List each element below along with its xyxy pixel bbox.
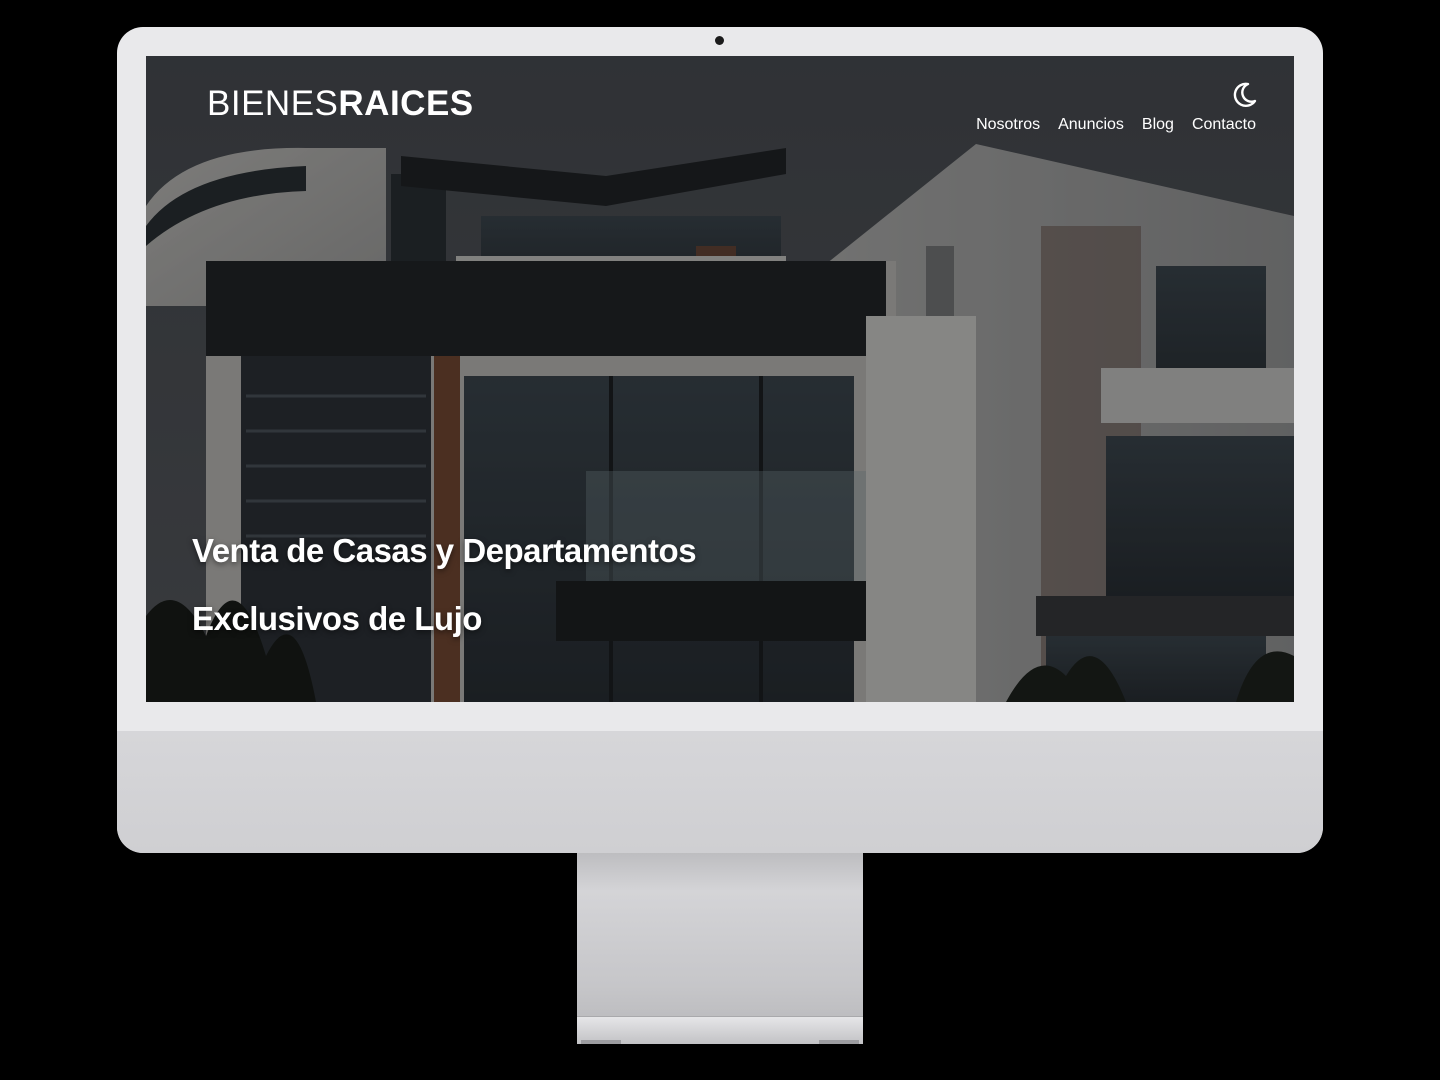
monitor-stand (577, 853, 863, 1043)
nav-link-nosotros[interactable]: Nosotros (976, 115, 1040, 135)
stand-foot-right (819, 1040, 859, 1044)
nav-link-blog[interactable]: Blog (1142, 115, 1174, 135)
logo-light-text: BIENES (207, 84, 339, 123)
logo-bold-text: RAICES (338, 84, 474, 123)
nav-link-contacto[interactable]: Contacto (1192, 115, 1256, 135)
monitor-stand-base (577, 1016, 863, 1044)
main-navigation: Nosotros Anuncios Blog Contacto (976, 115, 1256, 135)
stand-foot-left (581, 1040, 621, 1044)
hero-title-line-2: Exclusivos de Lujo (192, 600, 482, 637)
moon-icon (1233, 82, 1257, 107)
website-screen: BIENESRAICES Nosotros Anuncios Blog Cont… (146, 56, 1294, 702)
hero-title-line-1: Venta de Casas y Departamentos (192, 532, 697, 569)
monitor-chin (117, 731, 1323, 853)
nav-link-anuncios[interactable]: Anuncios (1058, 115, 1124, 135)
site-logo[interactable]: BIENESRAICES (207, 86, 474, 121)
camera-dot (715, 36, 724, 45)
monitor-frame: BIENESRAICES Nosotros Anuncios Blog Cont… (117, 27, 1323, 853)
dark-mode-toggle[interactable] (1228, 80, 1258, 110)
